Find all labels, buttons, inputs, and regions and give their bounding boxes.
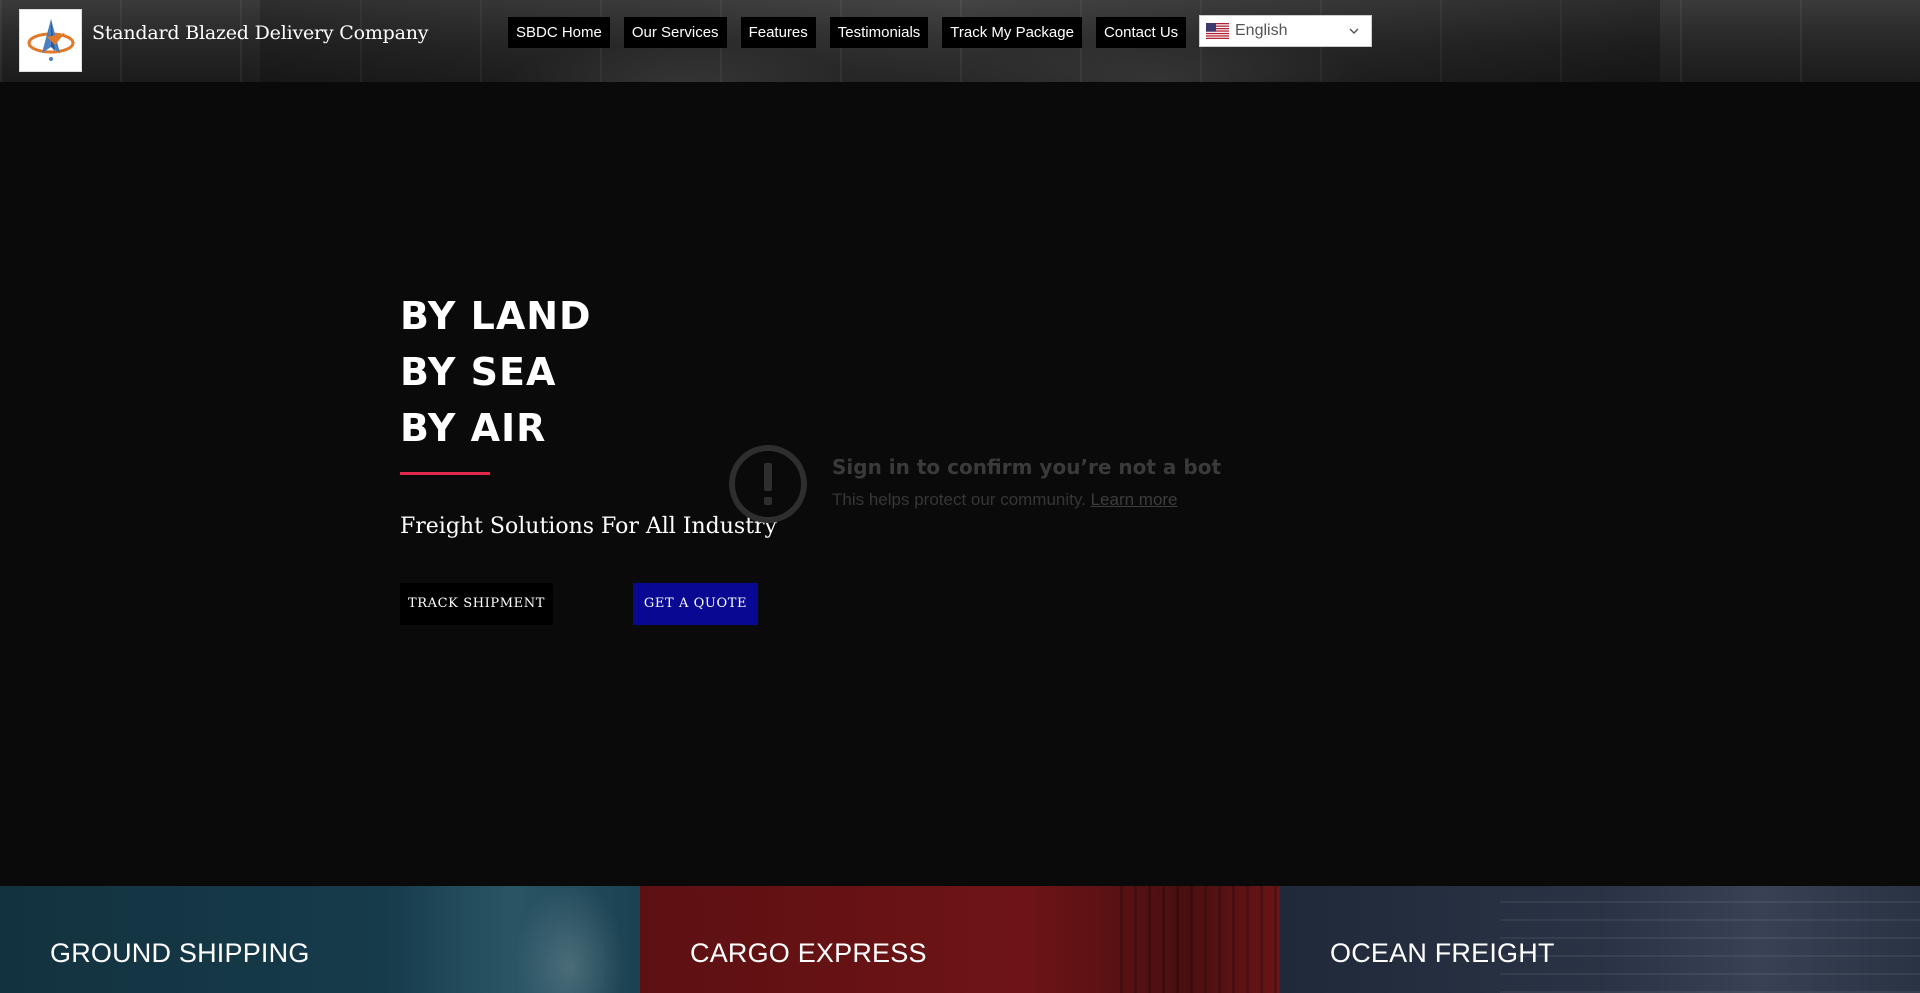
bot-check-title: Sign in to confirm you’re not a bot [832,455,1222,479]
nav-item-features[interactable]: Features [740,17,816,48]
hero-tagline: Freight Solutions For All Industry [400,514,777,539]
nav-item-testimonials[interactable]: Testimonials [829,17,929,48]
hero-line-sea: BY SEA [400,350,557,394]
site-header: Standard Blazed Delivery Company SBDC Ho… [0,0,1920,82]
bot-check-text: This helps protect our community. Learn … [832,490,1178,510]
service-card-title: OCEAN FREIGHT [1330,938,1555,968]
nav-item-contact[interactable]: Contact Us [1095,17,1187,48]
service-card-ocean[interactable]: OCEAN FREIGHT [1280,886,1920,993]
alert-circle-icon [729,445,807,523]
language-select[interactable]: English [1199,15,1372,47]
hero-section: BY LAND BY SEA BY AIR Freight Solutions … [0,82,1920,886]
main-nav: SBDC Home Our Services Features Testimon… [508,17,1187,48]
service-card-image [1500,886,1920,993]
rocket-logo-icon [27,18,74,61]
service-card-title: GROUND SHIPPING [50,938,310,968]
brand-name[interactable]: Standard Blazed Delivery Company [92,22,429,44]
service-card-image [480,886,640,993]
hero-line-air: BY AIR [400,406,547,450]
service-card-cargo[interactable]: CARGO EXPRESS [640,886,1280,993]
hero-line-land: BY LAND [400,294,592,338]
nav-item-home[interactable]: SBDC Home [508,17,610,48]
service-card-image [1120,886,1280,993]
bot-check-description: This helps protect our community. [832,490,1086,509]
get-a-quote-button[interactable]: GET A QUOTE [633,583,758,625]
language-selected-label: English [1235,22,1288,39]
service-card-ground[interactable]: GROUND SHIPPING [0,886,640,993]
chevron-down-icon [1349,28,1359,34]
nav-item-services[interactable]: Our Services [623,17,727,48]
learn-more-link[interactable]: Learn more [1091,490,1178,509]
track-shipment-button[interactable]: TRACK SHIPMENT [400,583,553,625]
hero-heading: BY LAND BY SEA BY AIR [400,288,592,456]
services-strip: GROUND SHIPPING CARGO EXPRESS OCEAN FREI… [0,886,1920,993]
us-flag-icon [1206,23,1229,39]
logo[interactable] [19,9,82,72]
service-card-title: CARGO EXPRESS [690,938,927,968]
hero-accent-divider [400,472,490,475]
nav-item-track-package[interactable]: Track My Package [942,17,1082,48]
